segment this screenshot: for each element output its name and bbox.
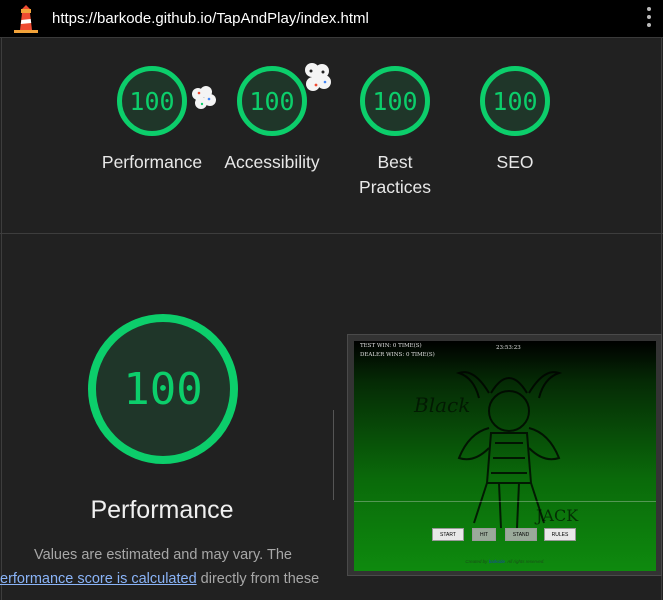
jack-word: JACK xyxy=(536,506,579,525)
rules-button[interactable]: RULES xyxy=(544,528,576,541)
thumb-footer: Created by barkode. All rights reserved. xyxy=(354,559,656,564)
gauge-label: Performance xyxy=(101,152,203,172)
gauge-score: 100 xyxy=(372,86,418,116)
gauge-performance[interactable]: 100 Performance xyxy=(92,66,212,175)
gauge-label: SEO xyxy=(496,152,534,172)
address-bar: https://barkode.github.io/TapAndPlay/ind… xyxy=(0,0,663,38)
page-url[interactable]: https://barkode.github.io/TapAndPlay/ind… xyxy=(52,10,369,27)
description-text: directly from these xyxy=(196,571,320,587)
table-edge xyxy=(354,501,656,502)
gauge-ring: 100 xyxy=(360,66,430,136)
performance-gauge: 100 xyxy=(88,314,238,464)
more-menu-icon[interactable] xyxy=(645,7,653,31)
lighthouse-icon xyxy=(14,5,38,33)
score-gauges: 100 Performance 100 Accessibility 100 Be… xyxy=(0,38,663,233)
column-separator xyxy=(333,410,334,500)
gauge-score: 100 xyxy=(492,86,538,116)
stand-button[interactable]: STAND xyxy=(505,528,537,541)
performance-score: 100 xyxy=(123,363,203,415)
gauge-label: Accessibility xyxy=(224,152,320,172)
performance-description: Values are estimated and may vary. The xyxy=(34,547,292,563)
footer-prefix: Created by xyxy=(465,559,489,564)
gauge-seo[interactable]: 100 SEO xyxy=(455,66,575,175)
footer-link: barkode xyxy=(488,559,505,564)
dealer-wins-text: DEALER WINS: 0 TIME(S) xyxy=(360,352,435,358)
performance-description-line2: erformance score is calculated directly … xyxy=(0,571,340,587)
gauge-label: Best Practices xyxy=(359,152,431,197)
gauge-ring: 100 xyxy=(480,66,550,136)
section-divider xyxy=(0,233,663,234)
confetti-badge-icon xyxy=(192,86,216,109)
score-calculation-link[interactable]: erformance score is calculated xyxy=(0,571,197,587)
start-button[interactable]: START xyxy=(432,528,464,541)
clock-text: 23:53:23 xyxy=(496,345,521,351)
gauge-score: 100 xyxy=(129,86,175,116)
screenshot-image: TEST WIN: 0 TIME(S) DEALER WINS: 0 TIME(… xyxy=(354,341,656,571)
gauge-ring: 100 xyxy=(237,66,307,136)
final-screenshot[interactable]: TEST WIN: 0 TIME(S) DEALER WINS: 0 TIME(… xyxy=(347,334,662,576)
gauge-ring: 100 xyxy=(117,66,187,136)
test-wins-text: TEST WIN: 0 TIME(S) xyxy=(360,343,422,349)
confetti-badge-icon xyxy=(305,63,331,91)
gauge-best-practices[interactable]: 100 Best Practices xyxy=(335,66,455,200)
hit-button[interactable]: HIT xyxy=(472,528,496,541)
performance-title: Performance xyxy=(90,496,234,524)
gauge-score: 100 xyxy=(249,86,295,116)
black-word: Black xyxy=(414,393,471,417)
footer-suffix: . All rights reserved. xyxy=(504,559,545,564)
